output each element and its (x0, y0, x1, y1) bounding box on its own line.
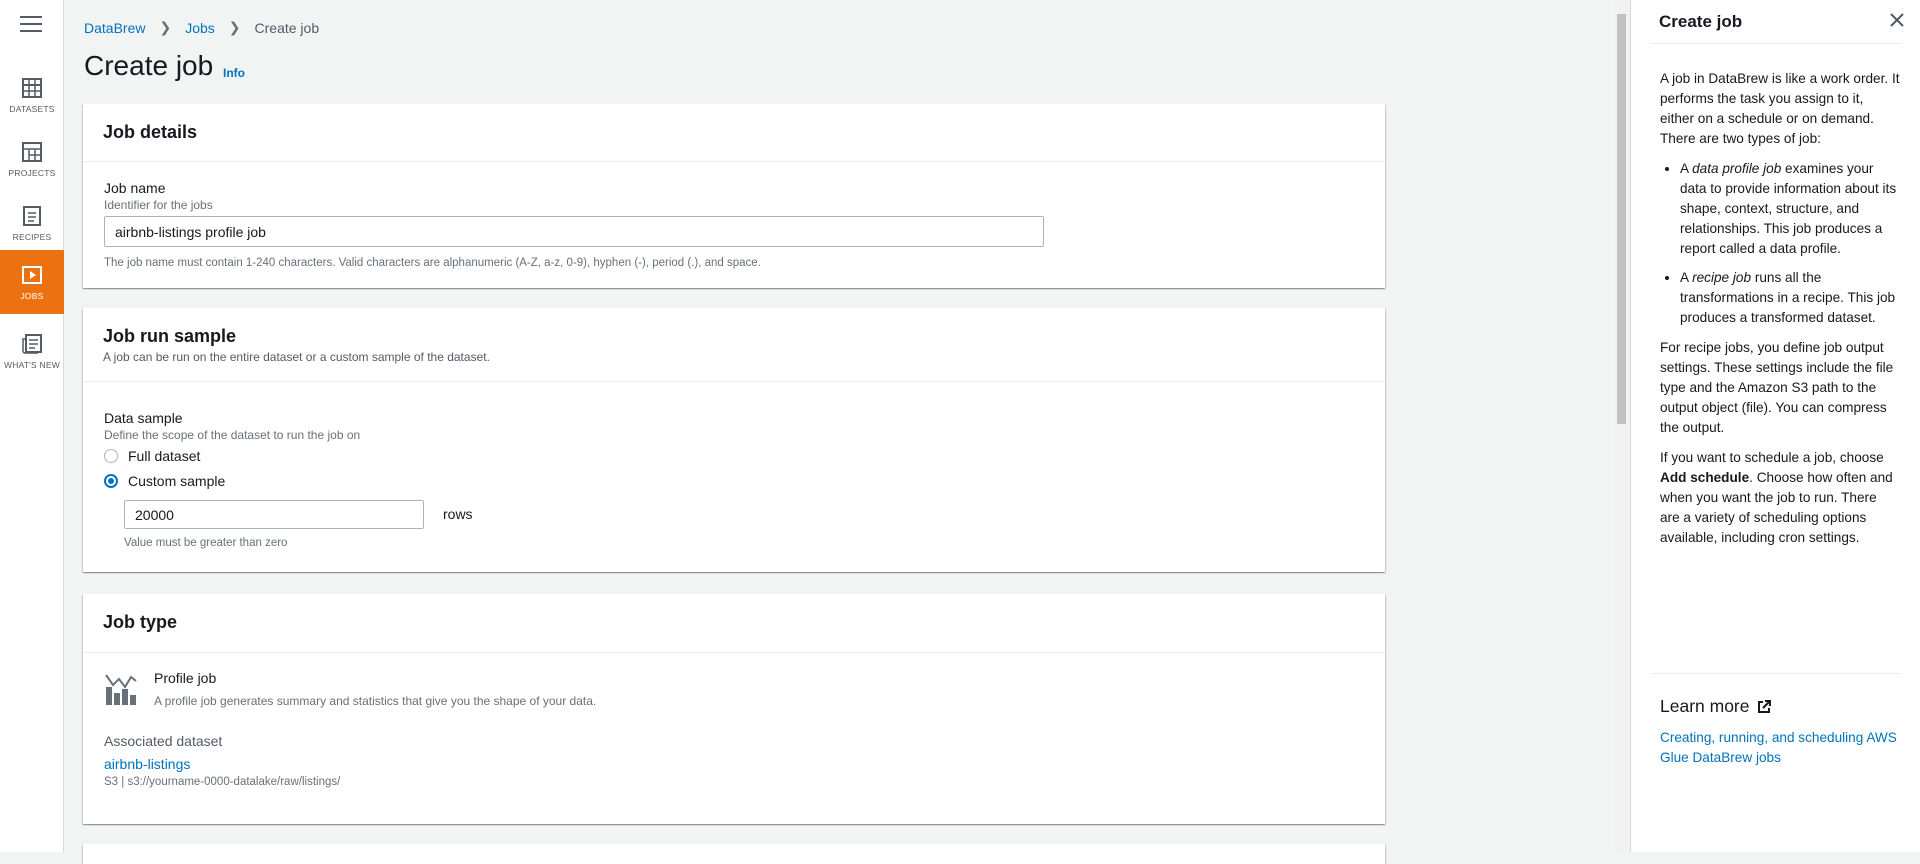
job-run-sample-panel: Job run sample A job can be run on the e… (83, 308, 1385, 572)
job-type-title: Profile job (154, 670, 217, 686)
radio-label: Full dataset (128, 448, 201, 464)
learn-more-label: Learn more (1660, 696, 1750, 716)
list-item: A data profile job examines your data to… (1680, 159, 1900, 259)
help-panel-content: A job in DataBrew is like a work order. … (1660, 69, 1900, 558)
nav-item-whats-new[interactable]: WHAT'S NEW (0, 320, 64, 382)
panel-header: Job run sample A job can be run on the e… (83, 308, 1385, 382)
job-details-panel: Job details Job name Identifier for the … (83, 104, 1385, 288)
whats-new-icon (22, 333, 42, 354)
nav-item-recipes[interactable]: RECIPES (0, 192, 64, 254)
job-type-description: A profile job generates summary and stat… (154, 694, 597, 708)
sample-rows-input[interactable]: 20000 (124, 500, 424, 529)
add-schedule-term: Add schedule (1660, 470, 1750, 485)
list-item: A recipe job runs all the transformation… (1680, 268, 1900, 328)
page-title: Create job (84, 50, 214, 81)
data-sample-sublabel: Define the scope of the dataset to run t… (104, 428, 361, 442)
associated-dataset-link[interactable]: airbnb-listings (104, 756, 190, 772)
rows-unit-label: rows (443, 506, 473, 522)
breadcrumb: DataBrew ❯ Jobs ❯ Create job (84, 19, 319, 36)
rows-hint: Value must be greater than zero (124, 537, 288, 549)
info-link[interactable]: Info (223, 66, 245, 80)
radio-label: Custom sample (128, 473, 226, 489)
job-type-panel: Job type Profile job A profile job gener… (83, 594, 1385, 824)
next-panel (83, 844, 1385, 864)
job-name-sublabel: Identifier for the jobs (104, 198, 213, 212)
radio-full-dataset[interactable]: Full dataset (104, 448, 200, 464)
nav-label: WHAT'S NEW (4, 359, 60, 370)
radio-button[interactable] (104, 474, 118, 488)
external-link-icon (1757, 699, 1771, 713)
radio-custom-sample[interactable]: Custom sample (104, 473, 225, 489)
recipe-job-term: recipe job (1692, 270, 1752, 285)
job-name-label: Job name (104, 180, 166, 196)
divider (1651, 43, 1901, 44)
panel-header: Job details (83, 104, 1385, 162)
data-profile-job-term: data profile job (1692, 161, 1782, 176)
associated-dataset-label: Associated dataset (104, 733, 223, 749)
panel-heading: Job details (103, 122, 198, 142)
hamburger-menu-icon[interactable] (20, 16, 42, 34)
scrollbar-thumb[interactable] (1617, 14, 1626, 424)
close-icon[interactable] (1885, 8, 1909, 32)
nav-item-jobs[interactable]: JOBS (0, 250, 64, 314)
radio-button[interactable] (104, 449, 118, 463)
recipes-icon (23, 205, 41, 226)
help-schedule-paragraph: If you want to schedule a job, choose Ad… (1660, 450, 1893, 545)
projects-icon (22, 141, 42, 162)
panel-header: Job type (83, 594, 1385, 653)
profile-job-chart-icon (105, 674, 137, 705)
main-scrollbar[interactable] (1614, 0, 1629, 852)
breadcrumb-separator-icon: ❯ (228, 19, 241, 35)
sample-rows-value: 20000 (135, 506, 174, 523)
breadcrumb-separator-icon: ❯ (159, 19, 172, 35)
nav-label: DATASETS (9, 103, 55, 114)
datasets-icon (22, 77, 42, 98)
associated-dataset-path: S3 | s3://yourname-0000-datalake/raw/lis… (104, 776, 341, 788)
job-name-value: airbnb-listings profile job (115, 223, 266, 240)
help-panel-title: Create job (1659, 12, 1743, 31)
help-doc-link[interactable]: Creating, running, and scheduling AWS Gl… (1660, 728, 1900, 768)
breadcrumb-databrew-link[interactable]: DataBrew (84, 20, 145, 36)
help-recipe-paragraph: For recipe jobs, you define job output s… (1660, 340, 1894, 435)
divider (1651, 673, 1901, 674)
breadcrumb-current: Create job (254, 19, 320, 36)
breadcrumb-jobs-link[interactable]: Jobs (185, 20, 215, 36)
job-name-hint: The job name must contain 1-240 characte… (104, 257, 761, 269)
jobs-icon (22, 265, 42, 284)
nav-label: RECIPES (12, 231, 52, 242)
job-types-list: A data profile job examines your data to… (1660, 159, 1900, 328)
nav-label: JOBS (20, 290, 44, 301)
panel-heading: Job run sample (103, 326, 237, 346)
nav-item-datasets[interactable]: DATASETS (0, 64, 64, 126)
nav-label: PROJECTS (8, 167, 56, 178)
nav-item-projects[interactable]: PROJECTS (0, 128, 64, 190)
job-name-input[interactable]: airbnb-listings profile job (104, 216, 1044, 247)
side-nav-rail: DATASETS PROJECTS RECIPES JOBS WHAT'S NE… (0, 0, 64, 852)
help-panel: Create job A job in DataBrew is like a w… (1630, 0, 1920, 852)
data-sample-label: Data sample (104, 410, 183, 426)
panel-heading: Job type (103, 612, 178, 632)
panel-description: A job can be run on the entire dataset o… (103, 350, 490, 364)
help-intro: A job in DataBrew is like a work order. … (1660, 71, 1900, 146)
learn-more-heading: Learn more (1660, 696, 1772, 717)
